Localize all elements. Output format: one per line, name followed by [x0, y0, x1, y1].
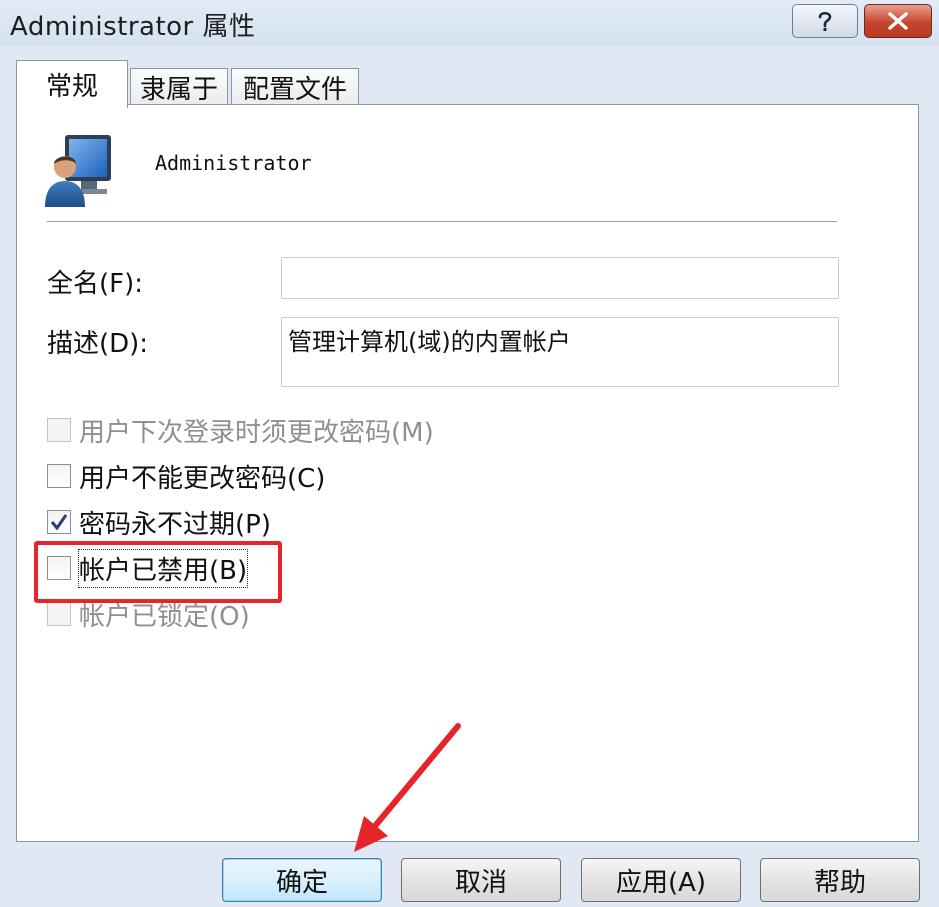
full-name-input[interactable]: [281, 257, 839, 299]
checkbox-label: 用户下次登录时须更改密码(M): [79, 417, 434, 448]
highlight-box: [34, 541, 282, 603]
checkbox-label[interactable]: 密码永不过期(P): [79, 504, 271, 541]
checkbox-password-never-expires[interactable]: 密码永不过期(P): [47, 504, 271, 541]
tab-general[interactable]: 常规: [16, 60, 128, 108]
checkbox-box: [47, 418, 71, 442]
checkmark-icon: [50, 514, 68, 531]
ok-button[interactable]: 确定: [222, 858, 382, 902]
close-icon: [888, 12, 908, 30]
title-close-button[interactable]: [864, 4, 932, 38]
help-button[interactable]: 帮助: [760, 858, 920, 902]
full-name-label: 全名(F):: [47, 269, 144, 299]
checkbox-box[interactable]: [47, 510, 71, 534]
user-account-icon: [43, 131, 117, 211]
title-help-button[interactable]: [792, 4, 858, 38]
checkbox-cannot-change-password[interactable]: 用户不能更改密码(C): [47, 458, 325, 495]
description-label: 描述(D):: [47, 329, 149, 359]
tab-member-of[interactable]: 隶属于: [130, 68, 228, 106]
properties-dialog: Administrator 属性 常规 隶属于 配置文件 Administrat…: [0, 0, 939, 907]
separator: [47, 221, 837, 223]
cancel-button[interactable]: 取消: [401, 858, 561, 902]
checkbox-box: [47, 602, 71, 626]
window-title: Administrator 属性: [10, 12, 256, 42]
account-name: Administrator: [155, 151, 312, 175]
tab-profile[interactable]: 配置文件: [231, 68, 359, 106]
description-input[interactable]: 管理计算机(域)的内置帐户: [281, 317, 839, 387]
title-bar: Administrator 属性: [0, 0, 939, 46]
checkbox-box[interactable]: [47, 464, 71, 488]
apply-button[interactable]: 应用(A): [581, 858, 741, 902]
question-mark-icon: [818, 11, 832, 31]
annotation-arrow-icon: [354, 723, 461, 852]
checkbox-must-change-password: 用户下次登录时须更改密码(M): [47, 413, 434, 448]
checkbox-label[interactable]: 用户不能更改密码(C): [79, 458, 325, 495]
